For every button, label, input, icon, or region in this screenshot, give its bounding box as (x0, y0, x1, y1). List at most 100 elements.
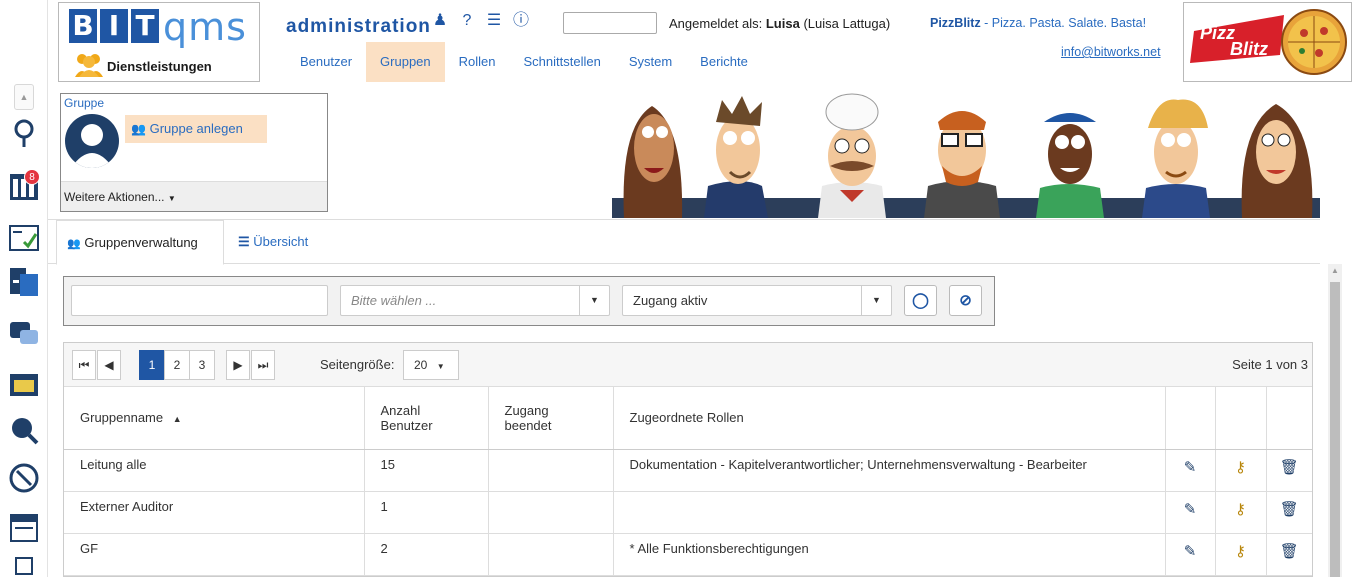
logo-letter: B (69, 9, 97, 43)
edit-button[interactable]: ✎ (1165, 449, 1216, 492)
header-gruppenname-label: Gruppenname (80, 410, 164, 426)
team-cartoon-banner (612, 93, 1320, 218)
key-icon: ⚷ (1235, 458, 1246, 476)
table-row[interactable]: Leitung alle 15 Dokumentation - Kapitelv… (64, 449, 1312, 492)
pizzblitz-logo: Pizz Blitz (1183, 2, 1352, 82)
page-info: Seite 1 von 3 (1232, 357, 1308, 372)
tools-icon[interactable] (8, 462, 40, 494)
vertical-scrollbar[interactable]: ▲ (1328, 264, 1342, 577)
permissions-button[interactable]: ⚷ (1215, 491, 1267, 534)
tab-schnittstellen[interactable]: Schnittstellen (510, 42, 615, 82)
trash-icon: 🗑 (1279, 500, 1299, 518)
header-anzahl-benutzer[interactable]: Anzahl Benutzer (364, 387, 489, 450)
table-header-row: Gruppenname ▲ Anzahl Benutzer Zugang bee… (64, 387, 1312, 450)
header-action-edit (1165, 387, 1216, 450)
chat-icon[interactable] (8, 318, 40, 350)
access-select[interactable]: Zugang aktiv ▼ (622, 285, 892, 316)
group-icon: 👥 (131, 122, 146, 136)
group-panel: Gruppe 👥 Gruppe anlegen Weitere Aktionen… (60, 93, 328, 212)
create-group-label: Gruppe anlegen (149, 121, 243, 136)
admin-tabs: Benutzer Gruppen Rollen Schnittstellen S… (286, 42, 762, 82)
permissions-button[interactable]: ⚷ (1215, 533, 1267, 576)
header-gruppenname[interactable]: Gruppenname ▲ (64, 387, 365, 450)
form-icon[interactable] (8, 512, 40, 544)
tab-system[interactable]: System (615, 42, 686, 82)
help-icon[interactable]: ? (458, 12, 476, 30)
first-page-button[interactable]: ⏮ (72, 350, 96, 380)
cartoon-man-blond (1142, 99, 1210, 218)
contact-email-link[interactable]: info@bitworks.net (1061, 45, 1161, 59)
logo-bit: B I T (69, 9, 159, 49)
header-action-delete (1266, 387, 1312, 450)
grid-icon[interactable] (8, 556, 40, 577)
tab-gruppenverwaltung[interactable]: 👥 Gruppenverwaltung (56, 220, 224, 265)
edit-button[interactable]: ✎ (1165, 491, 1216, 534)
header-anzahl-line1: Anzahl (380, 402, 421, 418)
prev-page-button[interactable]: ◀ (97, 350, 121, 380)
permissions-button[interactable]: ⚷ (1215, 449, 1267, 492)
cartoon-woman-right (1241, 104, 1313, 218)
checklist-icon[interactable] (8, 222, 40, 254)
list-icon[interactable]: ☰ (485, 12, 503, 30)
cell-zugang-beendet (488, 491, 614, 534)
tab-berichte[interactable]: Berichte (686, 42, 762, 82)
next-page-button[interactable]: ▶ (226, 350, 250, 380)
header-zugang-beendet[interactable]: Zugang beendet (488, 387, 614, 450)
bitqms-logo[interactable]: B I T qms Dienstleistungen (58, 2, 260, 82)
delete-button[interactable]: 🗑 (1266, 449, 1312, 492)
group-icon: 👥 (67, 238, 81, 250)
logo-qms: qms (163, 5, 247, 49)
clear-filter-button[interactable]: ⊘ (949, 285, 982, 316)
trash-icon: 🗑 (1279, 542, 1299, 560)
page-button-1[interactable]: 1 (139, 350, 165, 380)
scrollbar-thumb[interactable] (1330, 282, 1340, 577)
login-user: Luisa (765, 16, 800, 31)
tab-gruppen[interactable]: Gruppen (366, 42, 445, 82)
page-button-3[interactable]: 3 (189, 350, 215, 380)
create-group-button[interactable]: 👥 Gruppe anlegen (125, 115, 267, 143)
groups-table: Gruppenname ▲ Anzahl Benutzer Zugang bee… (64, 387, 1312, 576)
table-row[interactable]: Externer Auditor 1 ✎ ⚷ 🗑 (64, 491, 1312, 534)
page-button-2[interactable]: 2 (164, 350, 190, 380)
header-zugeordnete-rollen[interactable]: Zugeordnete Rollen (613, 387, 1166, 450)
header-search-input[interactable] (563, 12, 657, 34)
pencil-icon: ✎ (1183, 500, 1197, 518)
key-icon: ⚷ (1235, 500, 1246, 518)
role-select-placeholder: Bitte wählen ... (351, 293, 437, 308)
edit-button[interactable]: ✎ (1165, 533, 1216, 576)
tab-rollen[interactable]: Rollen (445, 42, 510, 82)
header-zugang-line2: beendet (504, 417, 552, 433)
scroll-up-arrow-icon[interactable]: ▲ (1331, 266, 1339, 275)
tab-uebersicht[interactable]: ☰ Übersicht (238, 220, 308, 264)
left-toolbar: ▲ 8 (0, 0, 48, 577)
location-pin-icon[interactable] (8, 118, 40, 150)
search-button[interactable]: ◯ (904, 285, 937, 316)
more-actions-dropdown[interactable]: Weitere Aktionen... ▼ (61, 181, 327, 211)
tab-benutzer[interactable]: Benutzer (286, 42, 366, 82)
info-icon[interactable]: ⓘ (512, 12, 530, 30)
delete-button[interactable]: 🗑 (1266, 533, 1312, 576)
access-select-value: Zugang aktiv (633, 293, 708, 308)
delete-button[interactable]: 🗑 (1266, 491, 1312, 534)
page-title: administration (286, 16, 431, 37)
table-row[interactable]: GF 2 * Alle Funktionsberechtigungen ✎ ⚷ … (64, 533, 1312, 576)
page-size-value: 20 (414, 358, 428, 372)
avatar (65, 114, 119, 168)
search-document-icon[interactable] (8, 414, 40, 446)
scroll-up-button[interactable]: ▲ (14, 84, 34, 110)
search-icon: ◯ (912, 292, 929, 309)
role-select[interactable]: Bitte wählen ... ▼ (340, 285, 610, 316)
page-size-select[interactable]: 20 ▼ (403, 350, 459, 380)
search-input[interactable] (71, 285, 328, 316)
documents-icon[interactable] (8, 266, 40, 298)
user-silhouette-icon (71, 124, 113, 168)
last-page-button[interactable]: ⏭ (251, 350, 275, 380)
company-name: PizzBlitz - Pizza. Pasta. Salate. Basta! (930, 16, 1146, 30)
brand-tagline: - Pizza. Pasta. Salate. Basta! (980, 16, 1147, 30)
user-settings-icon[interactable]: ♟ (431, 12, 449, 30)
sort-asc-icon: ▲ (172, 414, 182, 425)
cell-gruppenname: GF (64, 533, 365, 576)
calendar-icon[interactable] (8, 368, 40, 400)
cartoon-man-glasses (924, 111, 1000, 218)
header-icon-bar: ♟ ? ☰ ⓘ (431, 12, 530, 30)
